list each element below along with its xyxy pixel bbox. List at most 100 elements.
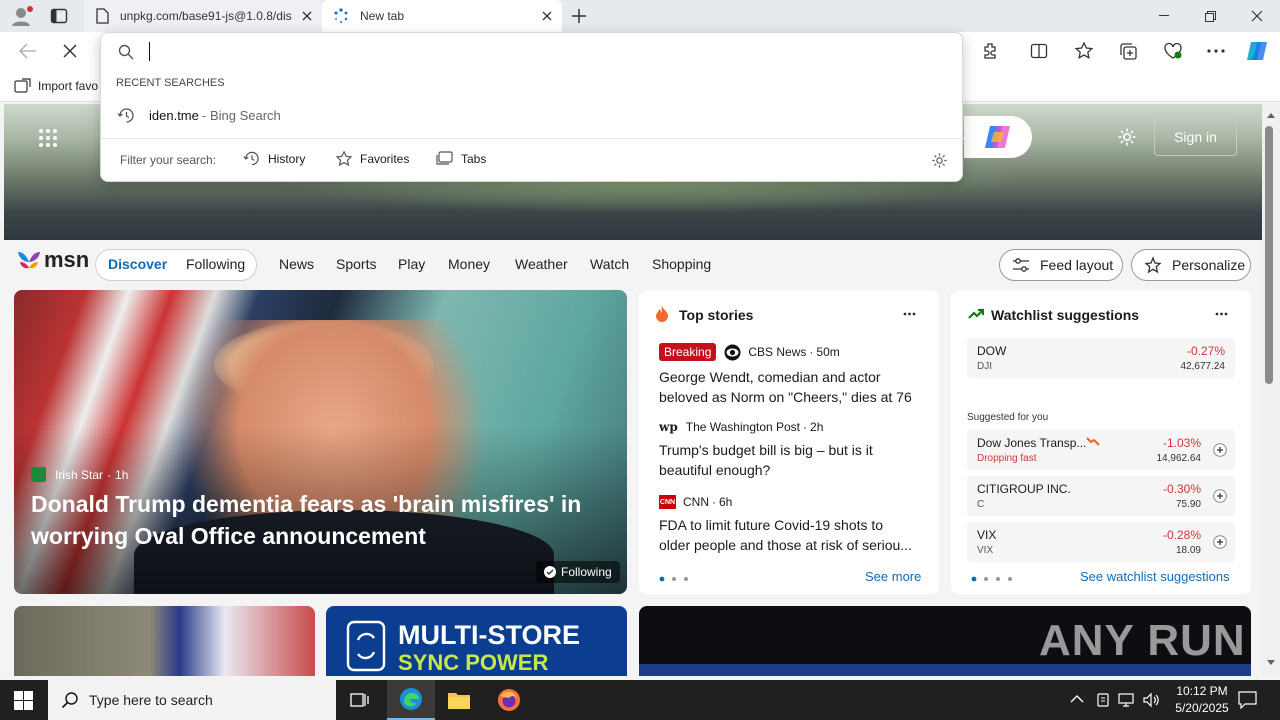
news-card-thumbnail[interactable] bbox=[14, 606, 315, 676]
stock-change: -1.03% bbox=[1162, 436, 1201, 450]
stock-name: CITIGROUP INC. bbox=[977, 482, 1071, 496]
see-watchlist-link[interactable]: See watchlist suggestions bbox=[1080, 569, 1230, 584]
carousel-dots[interactable] bbox=[659, 576, 689, 582]
copilot-icon[interactable] bbox=[1245, 39, 1271, 63]
nav-watch[interactable]: Watch bbox=[590, 256, 629, 272]
filter-favorites-button[interactable]: Favorites bbox=[335, 150, 409, 168]
source-logo-icon bbox=[31, 467, 46, 482]
back-icon[interactable] bbox=[18, 42, 38, 60]
following-badge[interactable]: Following bbox=[536, 561, 620, 583]
search-settings-icon[interactable] bbox=[931, 152, 948, 169]
favorites-icon[interactable] bbox=[1074, 41, 1094, 61]
collections-icon[interactable] bbox=[1119, 42, 1138, 61]
nav-shopping[interactable]: Shopping bbox=[652, 256, 711, 272]
story-title-line: George Wendt, comedian and actor bbox=[659, 369, 881, 385]
tab-actions-icon[interactable] bbox=[50, 8, 68, 24]
notifications-icon[interactable] bbox=[1238, 691, 1257, 709]
cbs-eye-icon bbox=[724, 344, 741, 360]
sign-in-button[interactable]: Sign in bbox=[1154, 118, 1237, 156]
msn-page: Sign in msn Discover Following News Spor… bbox=[4, 104, 1262, 676]
minimize-icon[interactable] bbox=[1141, 0, 1187, 32]
close-window-icon[interactable] bbox=[1234, 0, 1280, 32]
tab-discover[interactable]: Discover bbox=[108, 256, 167, 272]
more-options-icon[interactable] bbox=[1215, 312, 1228, 316]
hero-headline[interactable]: Donald Trump dementia fears as 'brain mi… bbox=[31, 488, 621, 552]
stock-row-suggestion[interactable]: Dow Jones Transp... Dropping fast -1.03%… bbox=[967, 430, 1235, 470]
personalize-button[interactable]: Personalize bbox=[1131, 249, 1251, 281]
tray-chevron-icon[interactable] bbox=[1070, 694, 1084, 703]
hero-headline-line1: Donald Trump dementia fears as 'brain mi… bbox=[31, 491, 582, 517]
task-view-icon[interactable] bbox=[350, 691, 370, 709]
nav-play[interactable]: Play bbox=[398, 256, 425, 272]
network-icon[interactable] bbox=[1118, 692, 1136, 708]
scrollbar-thumb[interactable] bbox=[1265, 126, 1273, 384]
suggested-header: Suggested for you bbox=[967, 412, 1049, 423]
file-explorer-icon[interactable] bbox=[447, 689, 471, 711]
close-tab-icon[interactable] bbox=[292, 11, 322, 21]
taskbar-search-box[interactable]: Type here to search bbox=[48, 680, 336, 720]
more-icon[interactable] bbox=[1207, 49, 1225, 53]
story-age: 6h bbox=[719, 495, 733, 509]
carousel-dots[interactable] bbox=[971, 576, 1013, 582]
edge-taskbar-button[interactable] bbox=[387, 680, 435, 720]
stock-value: 14,962.64 bbox=[1156, 453, 1202, 464]
promo-card[interactable]: MULTI-STORE SYNC POWER bbox=[326, 606, 627, 676]
stock-row-dow[interactable]: DOW DJI -0.27% 42,677.24 bbox=[967, 338, 1235, 378]
page-icon bbox=[84, 8, 120, 24]
split-screen-icon[interactable] bbox=[1030, 42, 1048, 60]
anyrun-watermark: ANY RUN bbox=[1039, 616, 1246, 665]
performance-icon[interactable] bbox=[1163, 42, 1183, 60]
filter-label: Filter your search: bbox=[120, 153, 217, 167]
new-tab-icon[interactable] bbox=[570, 7, 588, 25]
address-input[interactable] bbox=[147, 39, 947, 65]
clock-time[interactable]: 10:12 PM bbox=[1172, 684, 1232, 698]
story-1-title[interactable]: George Wendt, comedian and actor beloved… bbox=[659, 367, 912, 407]
stock-row-suggestion[interactable]: CITIGROUP INC. C -0.30% 75.90 bbox=[967, 476, 1235, 516]
settings-icon[interactable] bbox=[1117, 127, 1137, 147]
tray-app-icon[interactable] bbox=[1095, 692, 1111, 708]
copilot-search-button[interactable] bbox=[964, 116, 1032, 158]
nav-news[interactable]: News bbox=[279, 256, 314, 272]
see-more-link[interactable]: See more bbox=[865, 569, 921, 584]
story-3-title[interactable]: FDA to limit future Covid-19 shots to ol… bbox=[659, 515, 912, 555]
apps-grid-icon[interactable] bbox=[38, 128, 58, 148]
story-2-title[interactable]: Trump's budget bill is big – but is it b… bbox=[659, 440, 873, 480]
filter-history-button[interactable]: History bbox=[243, 150, 305, 167]
story-2-meta: wp The Washington Post · 2h bbox=[659, 420, 824, 434]
video-card[interactable]: ANY RUN bbox=[639, 606, 1251, 676]
story-title-line: FDA to limit future Covid-19 shots to bbox=[659, 517, 884, 533]
story-age: 50m bbox=[816, 345, 840, 359]
volume-icon[interactable] bbox=[1142, 692, 1160, 708]
nav-sports[interactable]: Sports bbox=[336, 256, 376, 272]
close-tab-icon[interactable] bbox=[532, 11, 562, 21]
story-title-line: beautiful enough? bbox=[659, 462, 771, 478]
clock-date[interactable]: 5/20/2025 bbox=[1166, 701, 1238, 715]
tab-unpkg[interactable]: unpkg.com/base91-js@1.0.8/dist bbox=[84, 0, 322, 32]
profile-icon[interactable] bbox=[10, 5, 34, 27]
tab-following[interactable]: Following bbox=[186, 256, 245, 272]
stop-icon[interactable] bbox=[63, 44, 77, 58]
hero-story-card[interactable]: Irish Star · 1h Donald Trump dementia fe… bbox=[14, 290, 627, 594]
hero-headline-line2: worrying Oval Office announcement bbox=[31, 523, 426, 549]
import-favorites-link[interactable]: Import favo bbox=[38, 79, 98, 93]
add-stock-icon[interactable] bbox=[1213, 443, 1227, 457]
nav-weather[interactable]: Weather bbox=[515, 256, 568, 272]
firefox-icon[interactable] bbox=[497, 688, 521, 712]
feed-layout-button[interactable]: Feed layout bbox=[999, 249, 1123, 281]
msn-logo[interactable]: msn bbox=[16, 247, 89, 273]
top-stories-card: Top stories Breaking CBS News · 50m Geor… bbox=[639, 290, 939, 594]
stock-row-suggestion[interactable]: VIX VIX -0.28% 18.09 bbox=[967, 522, 1235, 562]
add-stock-icon[interactable] bbox=[1213, 535, 1227, 549]
add-stock-icon[interactable] bbox=[1213, 489, 1227, 503]
story-title-line: beloved as Norm on "Cheers," dies at 76 bbox=[659, 389, 912, 405]
extensions-icon[interactable] bbox=[982, 42, 1000, 60]
filter-tabs-button[interactable]: Tabs bbox=[436, 151, 486, 166]
recent-search-item[interactable]: iden.tme - Bing Search bbox=[101, 101, 962, 131]
hero-age: 1h bbox=[115, 467, 129, 482]
more-options-icon[interactable] bbox=[903, 312, 916, 316]
restore-icon[interactable] bbox=[1187, 0, 1233, 32]
windows-start-icon[interactable] bbox=[14, 691, 33, 710]
nav-money[interactable]: Money bbox=[448, 256, 490, 272]
tab-new-tab[interactable]: New tab bbox=[322, 0, 562, 32]
stock-symbol: DJI bbox=[977, 361, 992, 372]
